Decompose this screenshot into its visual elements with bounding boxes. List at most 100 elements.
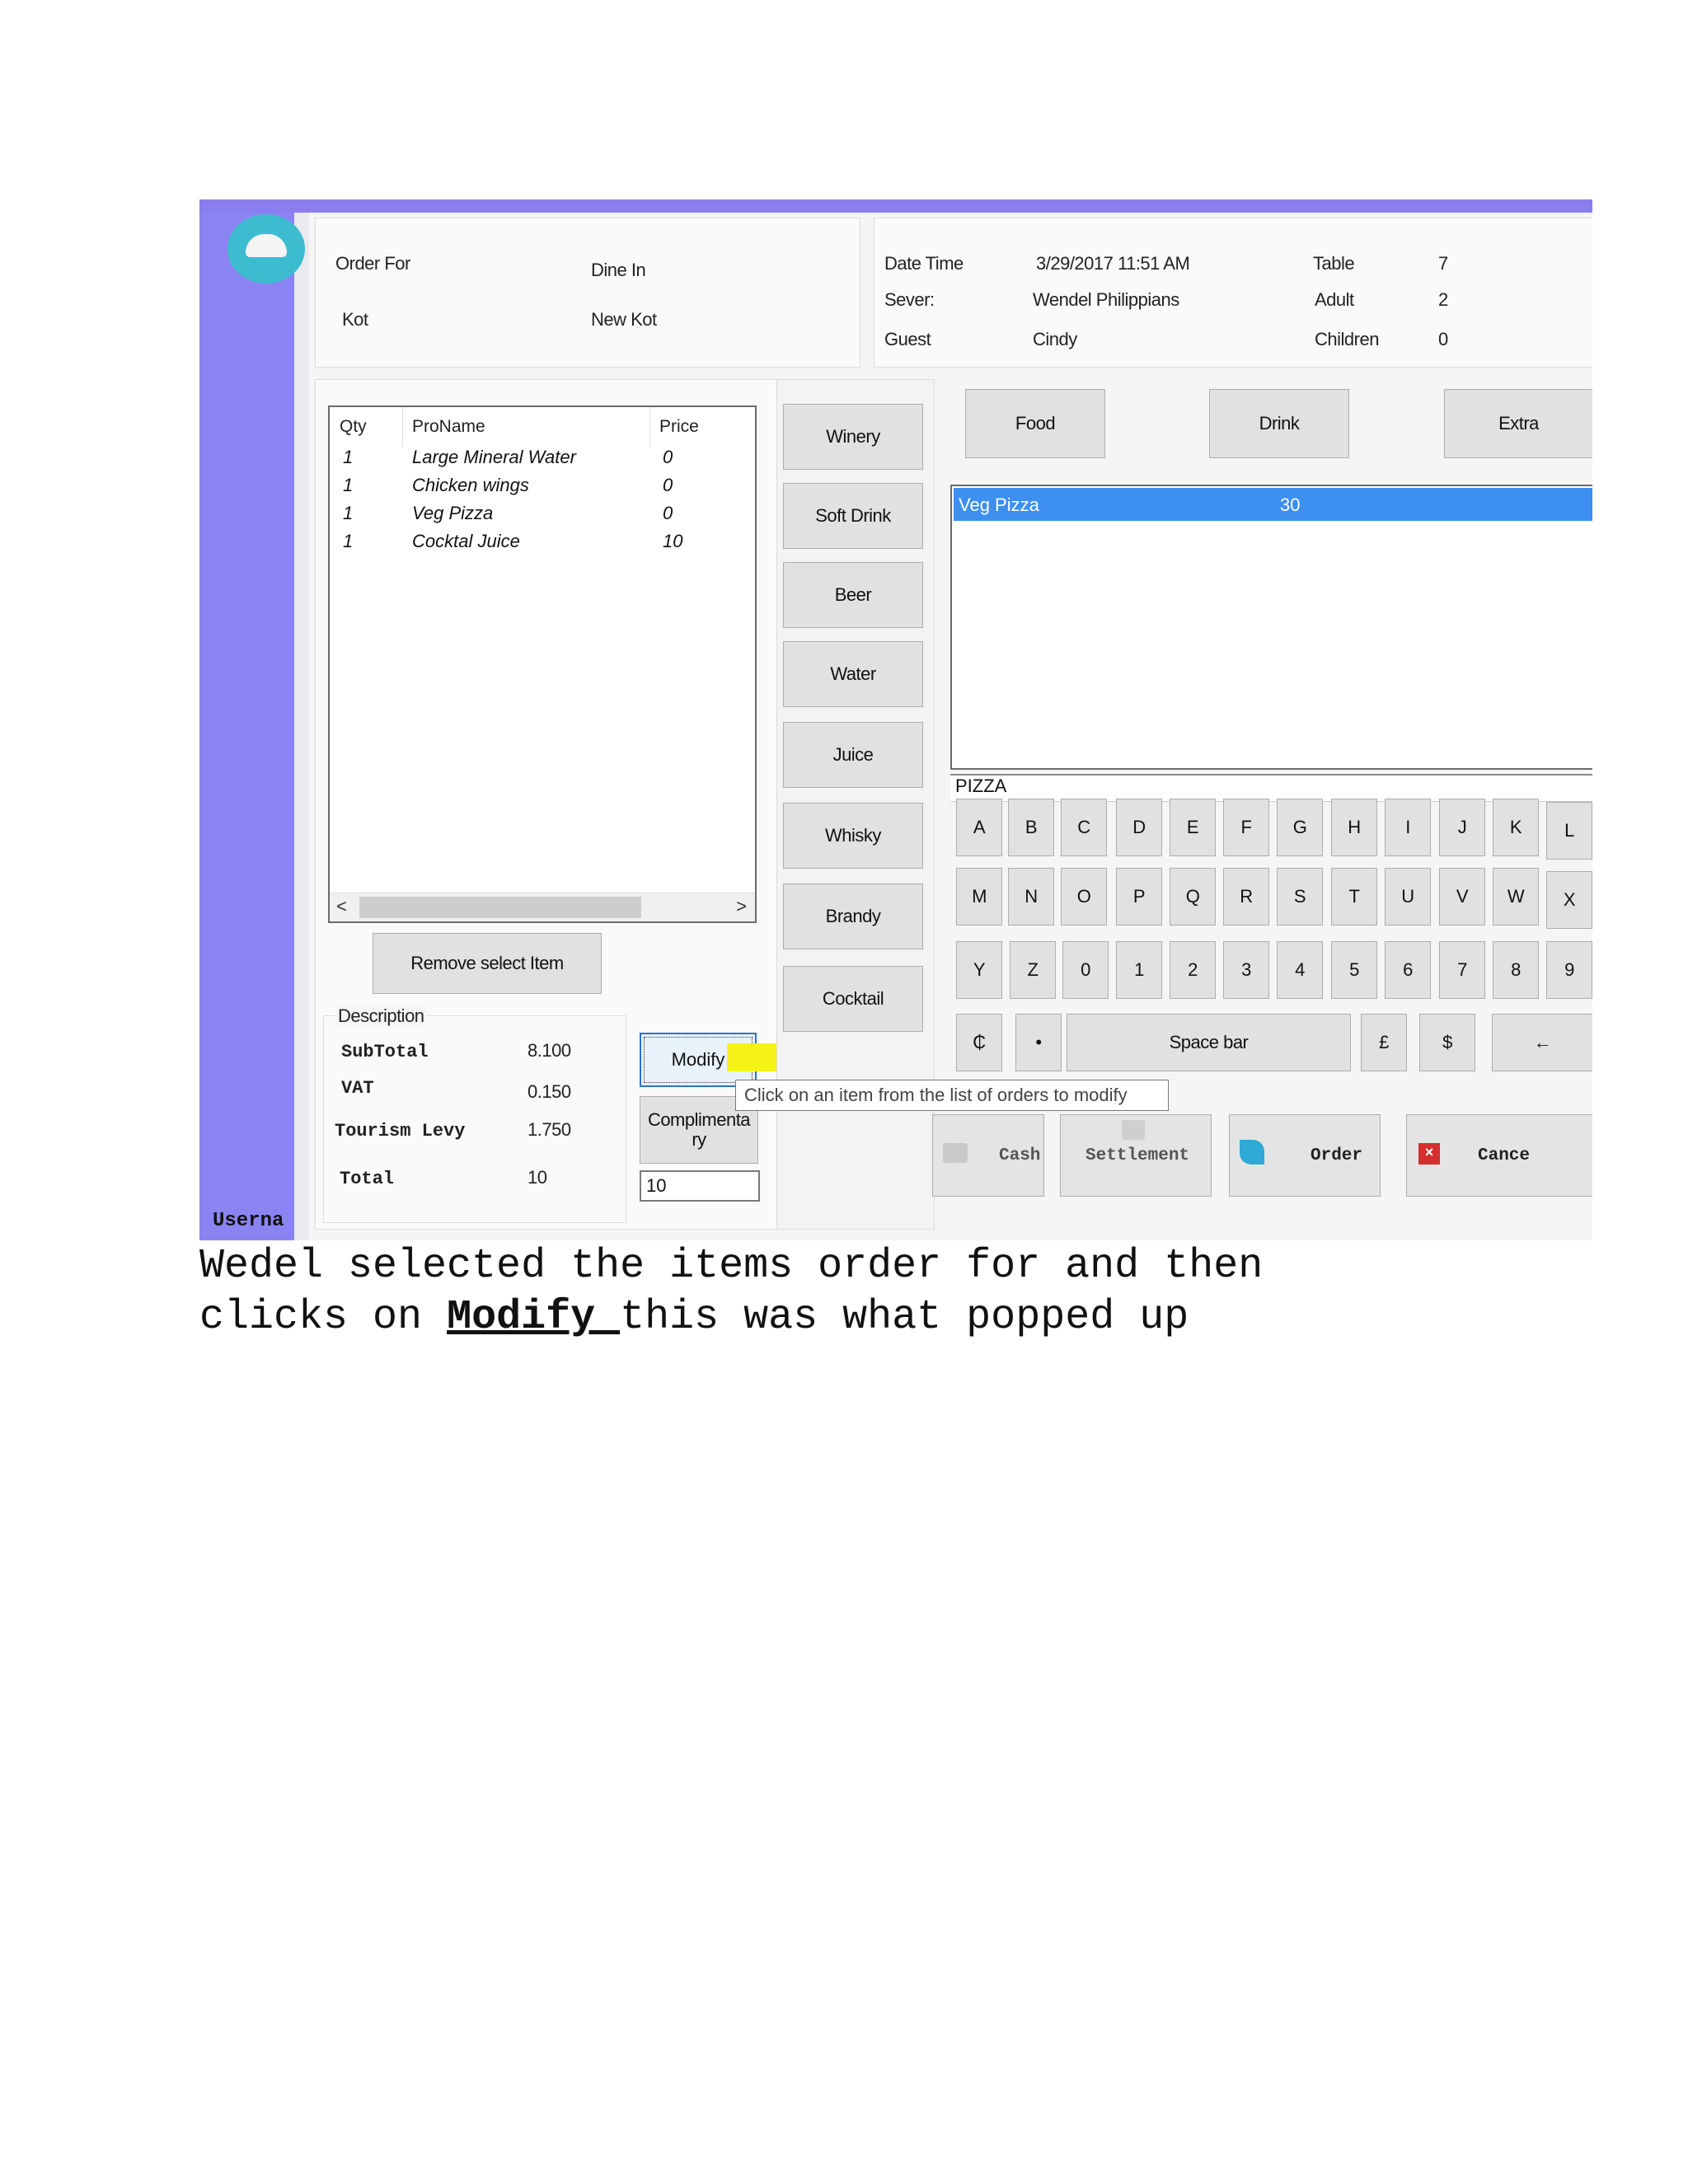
horizontal-scrollbar[interactable]: < > [330,893,755,921]
scroll-left-icon[interactable]: < [336,896,347,917]
key-f[interactable]: F [1223,799,1269,856]
complimentary-input[interactable]: 10 [640,1170,760,1202]
category-soft-drink-button[interactable]: Soft Drink [783,483,923,549]
category-juice-button[interactable]: Juice [783,722,923,788]
search-input[interactable]: PIZZA [950,774,1592,802]
order-grid[interactable]: Qty ProName Price 1 Large Mineral Water … [328,405,757,923]
pos-screenshot: Userna Order For Dine In Kot New Kot Dat… [199,199,1592,1240]
key-backspace[interactable]: ← [1492,1014,1592,1071]
key-dot[interactable]: • [1015,1014,1062,1071]
caption-line-1: Wedel selected the items order for and t… [199,1243,1264,1290]
key-a[interactable]: A [956,799,1002,856]
row-qty: 1 [343,503,354,523]
key-u[interactable]: U [1385,868,1431,926]
kot-value: New Kot [591,309,657,330]
scroll-right-icon[interactable]: > [736,896,747,917]
key-m[interactable]: M [956,868,1002,926]
tab-drink[interactable]: Drink [1209,389,1349,458]
key-v[interactable]: V [1439,868,1485,926]
table-label: Table [1313,253,1355,274]
key-8[interactable]: 8 [1493,941,1539,999]
product-list[interactable]: Veg Pizza 30 [950,485,1592,770]
cancel-button[interactable]: × Cance [1406,1114,1592,1197]
key-s[interactable]: S [1277,868,1323,926]
key-g[interactable]: G [1277,799,1323,856]
key-pound[interactable]: £ [1361,1014,1407,1071]
list-item-selected[interactable]: Veg Pizza 30 [954,488,1592,521]
key-y[interactable]: Y [956,941,1002,999]
key-0[interactable]: 0 [1062,941,1109,999]
cancel-label: Cance [1478,1146,1531,1165]
key-l[interactable]: L [1546,802,1592,860]
row-qty: 1 [343,475,354,495]
key-i[interactable]: I [1385,799,1431,856]
key-t[interactable]: T [1331,868,1377,926]
subtotal-value: 8.100 [528,1040,571,1061]
vat-value: 0.150 [528,1081,571,1102]
key-j[interactable]: J [1439,799,1485,856]
key-dollar[interactable]: $ [1419,1014,1475,1071]
server-value: Wendel Philippians [1033,289,1179,310]
vat-label: VAT [341,1078,374,1099]
key-cedi[interactable]: ₵ [956,1014,1002,1071]
adult-value: 2 [1438,289,1448,310]
key-c[interactable]: C [1061,799,1107,856]
close-icon: × [1418,1143,1440,1165]
row-name: Cocktal Juice [412,531,520,551]
settlement-icon [1122,1120,1145,1140]
key-h[interactable]: H [1331,799,1377,856]
key-w[interactable]: W [1493,868,1539,926]
key-b[interactable]: B [1008,799,1054,856]
key-p[interactable]: P [1116,868,1162,926]
key-r[interactable]: R [1223,868,1269,926]
key-9[interactable]: 9 [1546,941,1592,999]
table-row[interactable]: 1 Large Mineral Water 0 [330,447,755,475]
category-winery-button[interactable]: Winery [783,404,923,470]
table-row[interactable]: 1 Veg Pizza 0 [330,503,755,531]
server-label: Sever: [884,289,935,310]
key-4[interactable]: 4 [1277,941,1323,999]
category-whisky-button[interactable]: Whisky [783,803,923,869]
settlement-button[interactable]: Settlement [1060,1114,1212,1197]
left-sidebar [199,199,294,1240]
key-6[interactable]: 6 [1385,941,1431,999]
key-1[interactable]: 1 [1116,941,1162,999]
tourism-levy-label: Tourism Levy [335,1121,466,1141]
grid-header-name: ProName [412,417,485,436]
scrollbar-thumb[interactable] [359,897,641,918]
order-for-value: Dine In [591,260,646,280]
category-brandy-button[interactable]: Brandy [783,883,923,949]
key-space-bar[interactable]: Space bar [1067,1014,1351,1071]
table-row[interactable]: 1 Cocktal Juice 10 [330,531,755,559]
grid-header-qty: Qty [340,417,367,436]
tab-extra[interactable]: Extra [1444,389,1592,458]
tab-food[interactable]: Food [965,389,1105,458]
key-n[interactable]: N [1008,868,1054,926]
key-z[interactable]: Z [1010,941,1056,999]
key-o[interactable]: O [1061,868,1107,926]
order-for-label: Order For [335,253,410,274]
category-water-button[interactable]: Water [783,641,923,707]
remove-select-item-button[interactable]: Remove select Item [373,933,602,994]
key-2[interactable]: 2 [1170,941,1216,999]
key-5[interactable]: 5 [1331,941,1377,999]
cash-button[interactable]: Cash [932,1114,1044,1197]
key-x[interactable]: X [1546,871,1592,929]
key-7[interactable]: 7 [1439,941,1485,999]
order-button[interactable]: Order [1229,1114,1381,1197]
key-q[interactable]: Q [1170,868,1216,926]
row-price: 0 [663,447,673,467]
adult-label: Adult [1315,289,1354,310]
key-3[interactable]: 3 [1223,941,1269,999]
category-cocktail-button[interactable]: Cocktail [783,966,923,1032]
complimentary-label-1: Complimenta [647,1109,751,1130]
key-e[interactable]: E [1170,799,1216,856]
key-k[interactable]: K [1493,799,1539,856]
title-bar [199,199,1592,213]
category-beer-button[interactable]: Beer [783,562,923,628]
username-label: Userna [213,1210,284,1232]
cash-label: Cash [999,1146,1041,1165]
caption-line-2: clicks on Modify this was what popped up [199,1294,1189,1341]
key-d[interactable]: D [1116,799,1162,856]
table-row[interactable]: 1 Chicken wings 0 [330,475,755,503]
